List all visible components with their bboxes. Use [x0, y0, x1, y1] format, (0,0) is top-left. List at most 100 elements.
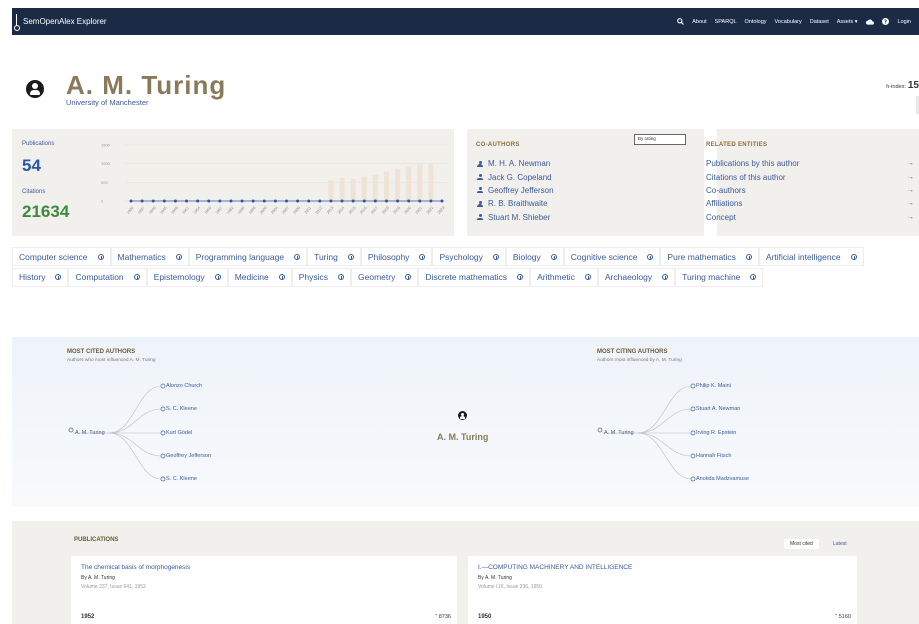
related-item-coauthors[interactable]: Co-authors →: [706, 184, 914, 197]
cited-author-node[interactable]: Alonzo Church: [166, 383, 202, 389]
info-icon[interactable]: [175, 253, 182, 260]
citing-tree-root[interactable]: A. M. Turing: [604, 430, 634, 436]
publication-title-link[interactable]: The chemical basis of morphogenesis: [81, 564, 190, 571]
publication-point: [207, 199, 211, 203]
brand-link[interactable]: SemOpenAlex Explorer: [14, 13, 107, 31]
x-tick-label: 1990: [237, 206, 245, 215]
citing-author-node[interactable]: Anotida Madzvamuse: [696, 476, 749, 482]
concept-tag[interactable]: Medicine: [227, 267, 292, 287]
sort-select[interactable]: By rating: [634, 134, 686, 145]
info-icon[interactable]: [278, 274, 285, 280]
nav-sparql[interactable]: SPARQL: [715, 19, 737, 25]
coauthor-item[interactable]: R. B. Braithwaite: [476, 197, 554, 210]
concept-tag[interactable]: History: [12, 267, 69, 287]
concept-label: Epistemology: [153, 272, 205, 282]
tree-link: [637, 432, 692, 480]
publication-title-link[interactable]: I.—COMPUTING MACHINERY AND INTELLIGENCE: [478, 564, 632, 571]
concept-tag[interactable]: Geometry: [351, 267, 419, 287]
concept-tag[interactable]: Discrete mathematics: [418, 267, 531, 287]
publication-card[interactable]: I.—COMPUTING MACHINERY AND INTELLIGENCE …: [468, 556, 857, 624]
tab-most-cited[interactable]: Most cited: [784, 539, 819, 549]
concept-tag[interactable]: Turing: [307, 247, 361, 266]
publication-volume: Volume 237, Issue 641, 1952: [81, 584, 146, 590]
nav-assets[interactable]: Assets ▾: [837, 19, 858, 25]
info-icon[interactable]: [97, 253, 104, 260]
x-tick-label: 2013: [326, 206, 334, 215]
question-icon[interactable]: ?: [882, 18, 890, 26]
cited-author-node[interactable]: Kurt Gödel: [166, 430, 192, 436]
related-item-affiliations[interactable]: Affiliations →: [706, 197, 914, 210]
related-item-citations[interactable]: Citations of this author →: [706, 170, 914, 183]
publication-point: [151, 199, 155, 203]
nav-about[interactable]: About: [692, 19, 706, 25]
info-icon[interactable]: [647, 253, 654, 260]
info-icon[interactable]: [750, 274, 757, 280]
nav-login[interactable]: Login: [898, 19, 911, 25]
concept-label: Computer science: [19, 251, 88, 262]
citing-author-node[interactable]: Stuart A. Newman: [696, 406, 740, 412]
citing-author-node[interactable]: Philip K. Maini: [696, 383, 731, 389]
x-tick-label: 2014: [337, 206, 345, 215]
info-icon[interactable]: [419, 253, 426, 260]
cited-author-node[interactable]: Geoffrey Jefferson: [166, 453, 211, 459]
nav-ontology[interactable]: Ontology: [745, 19, 767, 25]
concept-tag[interactable]: Turing machine: [675, 267, 764, 287]
coauthor-item[interactable]: Stuart M. Shieber: [476, 211, 554, 224]
info-icon[interactable]: [55, 274, 62, 280]
concept-tag[interactable]: Philosophy: [360, 247, 433, 266]
concept-label: Psychology: [439, 251, 483, 262]
cloud-icon[interactable]: [865, 18, 874, 26]
info-icon[interactable]: [214, 274, 221, 280]
info-icon[interactable]: [745, 253, 752, 260]
cited-author-node[interactable]: S. C. Kleene: [166, 406, 197, 412]
x-tick-label: 1995: [248, 206, 256, 215]
info-icon[interactable]: [347, 253, 354, 260]
info-icon[interactable]: [850, 253, 857, 260]
publication-card[interactable]: The chemical basis of morphogenesis By A…: [71, 556, 457, 624]
info-icon[interactable]: [294, 253, 301, 260]
related-item-publications[interactable]: Publications by this author →: [706, 157, 914, 170]
coauthor-item[interactable]: M. H. A. Newman: [476, 157, 554, 170]
nav-dataset[interactable]: Dataset: [810, 19, 829, 25]
concept-tag[interactable]: Pure mathematics: [660, 247, 759, 266]
concept-label: Geometry: [358, 272, 396, 282]
coauthor-item[interactable]: Geoffrey Jefferson: [476, 184, 554, 197]
citation-bar: [417, 164, 423, 201]
concept-tag[interactable]: Cognitive science: [563, 247, 661, 266]
publication-authors: By A. M. Turing: [478, 575, 512, 581]
info-icon[interactable]: [550, 253, 557, 260]
citing-author-node[interactable]: Hannah Fitsch: [696, 453, 731, 459]
concept-tag[interactable]: Artificial intelligence: [758, 247, 864, 266]
coauthor-item[interactable]: Jack G. Copeland: [476, 170, 554, 183]
navbar: SemOpenAlex Explorer About SPARQL Ontolo…: [12, 8, 919, 35]
svg-text:?: ?: [884, 19, 887, 25]
cited-author-node[interactable]: S. C. Kleene: [166, 476, 197, 482]
related-item-concept[interactable]: Concept →: [706, 211, 914, 224]
info-icon[interactable]: [662, 274, 669, 280]
info-icon[interactable]: [517, 274, 524, 280]
concept-tag[interactable]: Computation: [68, 267, 147, 287]
citing-author-node[interactable]: Irving R. Epstein: [696, 430, 736, 436]
cited-tree-root[interactable]: A. M. Turing: [75, 430, 105, 436]
concept-tag[interactable]: Computer science: [12, 247, 111, 266]
concept-tag[interactable]: Programming language: [188, 247, 308, 266]
concept-tag[interactable]: Psychology: [432, 247, 506, 266]
concept-tag[interactable]: Physics: [291, 267, 352, 287]
x-tick-label: 1967: [215, 206, 223, 215]
concept-tag[interactable]: Archaeology: [597, 267, 676, 287]
concept-tag[interactable]: Epistemology: [146, 267, 228, 287]
citation-bar: [372, 174, 378, 201]
concept-tag[interactable]: Biology: [505, 247, 564, 266]
info-icon[interactable]: [133, 274, 140, 280]
concept-tag[interactable]: Arithmetic: [530, 267, 598, 287]
info-icon[interactable]: [492, 253, 499, 260]
search-icon[interactable]: [676, 18, 684, 26]
nav-vocabulary[interactable]: Vocabulary: [775, 19, 802, 25]
info-icon[interactable]: [338, 274, 345, 280]
publication-volume: Volume LIX, Issue 236, 1950: [478, 584, 542, 590]
info-icon[interactable]: [405, 274, 412, 280]
author-affiliation-link[interactable]: University of Manchester: [66, 98, 149, 107]
tab-latest[interactable]: Latest: [827, 539, 853, 549]
info-icon[interactable]: [584, 274, 591, 280]
concept-tag[interactable]: Mathematics: [110, 247, 189, 266]
